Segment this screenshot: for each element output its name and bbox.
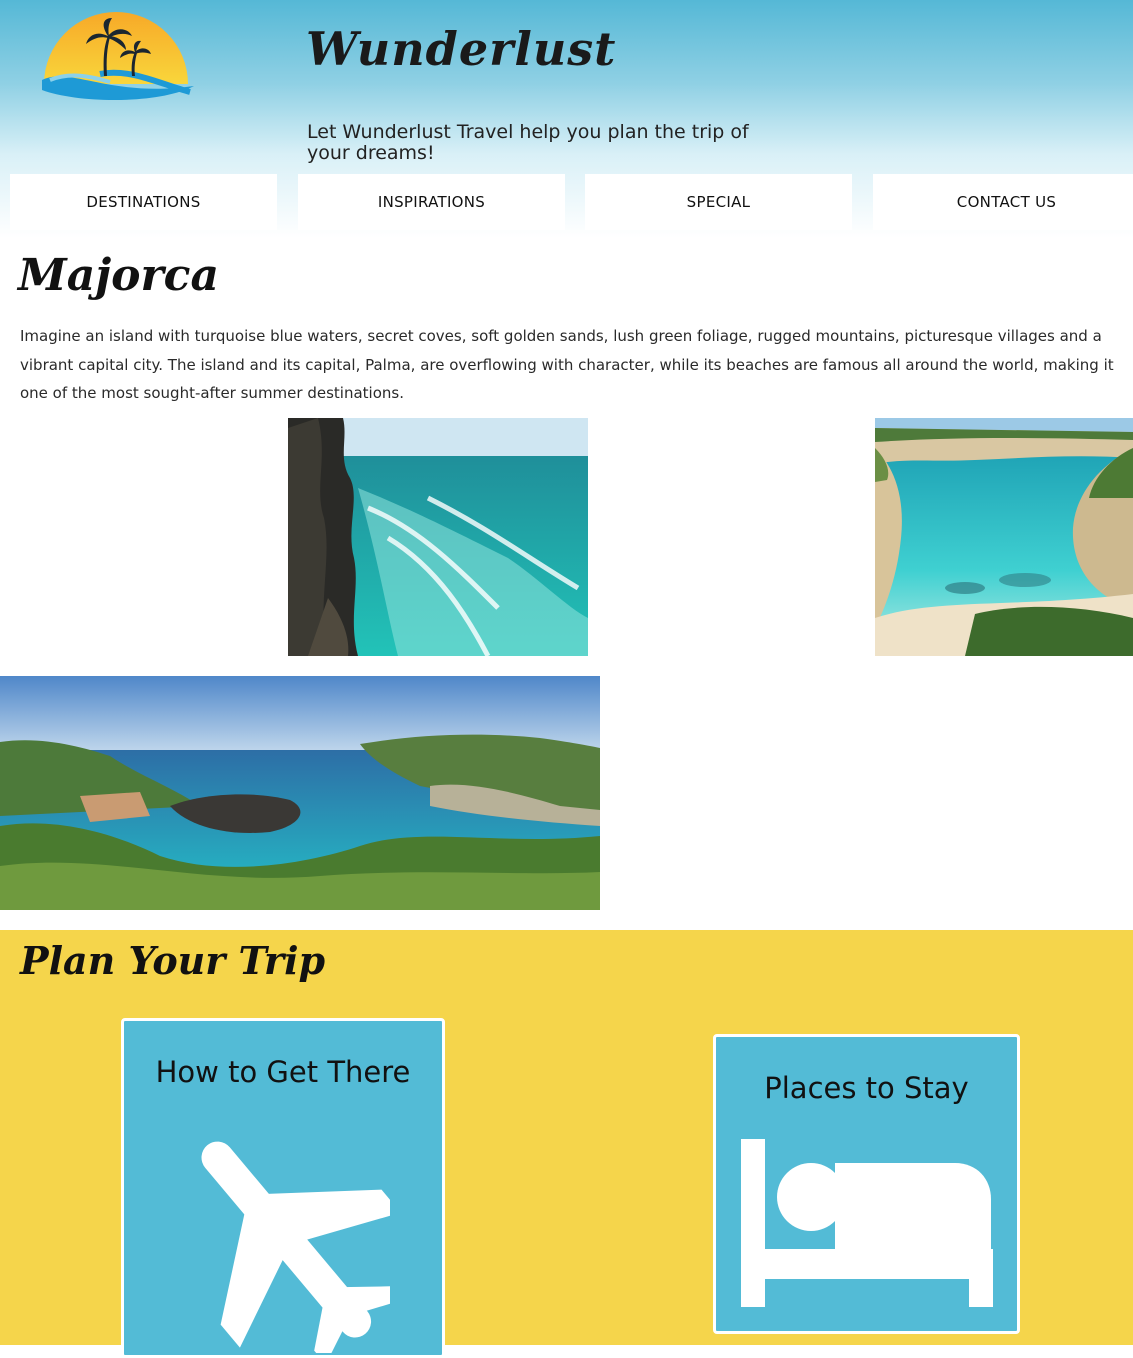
card-how-to-get-there[interactable]: How to Get There [121, 1018, 445, 1358]
airplane-icon [201, 1141, 390, 1353]
site-title: Wunderlust [306, 22, 617, 76]
sunset-palm-logo-icon [42, 12, 194, 101]
rocky-sea-image [288, 418, 588, 656]
nav-item-contact-us[interactable]: CONTACT US [873, 174, 1133, 230]
destination-title: Majorca [18, 250, 219, 301]
bed-icon [741, 1139, 993, 1307]
nav-item-inspirations[interactable]: INSPIRATIONS [298, 174, 565, 230]
photo-panorama-bay [0, 676, 600, 910]
card-places-to-stay-title: Places to Stay [764, 1071, 969, 1105]
nav-item-special[interactable]: SPECIAL [585, 174, 852, 230]
plan-title: Plan Your Trip [20, 938, 326, 983]
wunderlust-logo[interactable] [40, 6, 196, 102]
plan-your-trip-section: Plan Your Trip How to Get There Places t… [0, 930, 1133, 1358]
main-nav: DESTINATIONS INSPIRATIONS SPECIAL CONTAC… [10, 174, 1133, 230]
card-how-to-get-there-title: How to Get There [155, 1055, 411, 1089]
panorama-bay-image [0, 676, 600, 910]
destination-description: Imagine an island with turquoise blue wa… [20, 327, 1114, 403]
photo-cove-beach [875, 418, 1133, 656]
photo-rocky-sea [288, 418, 588, 656]
site-tagline: Let Wunderlust Travel help you plan the … [307, 121, 749, 164]
card-places-to-stay[interactable]: Places to Stay [713, 1034, 1020, 1334]
site-header: Wunderlust Let Wunderlust Travel help yo… [0, 0, 1133, 238]
nav-item-destinations[interactable]: DESTINATIONS [10, 174, 277, 230]
cove-beach-image [875, 418, 1133, 656]
